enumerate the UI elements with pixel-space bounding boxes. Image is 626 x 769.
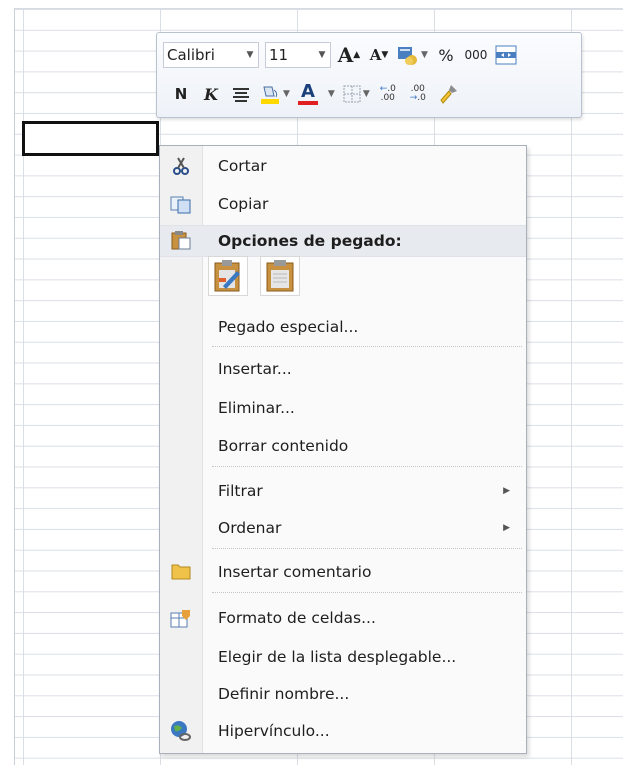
center-align-button[interactable] [229, 81, 253, 107]
italic-label: K [204, 84, 218, 104]
borders-button[interactable]: ▼ [343, 81, 370, 107]
chevron-down-icon[interactable]: ▼ [328, 89, 335, 99]
merge-center-icon [495, 45, 517, 65]
hyperlink-globe-icon [170, 721, 192, 741]
menu-separator [212, 466, 522, 467]
fill-color-button[interactable]: ▼ [259, 81, 290, 107]
grow-font-button[interactable]: A ▲ [337, 42, 361, 68]
font-color-swatch [297, 101, 318, 105]
mini-toolbar: Calibri ▼ 11 ▼ A ▲ A ▼ ▼ % 000 N K ▼ A ▼… [156, 32, 582, 118]
increase-decimal-button[interactable]: ←.0 .00 [376, 81, 400, 107]
menu-item-sort[interactable]: Ordenar ▶ [160, 512, 526, 544]
menu-item-clear[interactable]: Borrar contenido [160, 430, 526, 462]
menu-item-label: Borrar contenido [218, 437, 349, 455]
font-name-value: Calibri [167, 46, 215, 64]
menu-item-pick-from-list[interactable]: Elegir de la lista desplegable... [160, 641, 526, 673]
thousands-label: 000 [464, 48, 488, 62]
grow-font-label: A [337, 43, 354, 67]
accounting-format-button[interactable]: ▼ [397, 42, 428, 68]
menu-item-label: Filtrar [218, 482, 263, 500]
format-painter-icon [440, 85, 457, 104]
menu-separator [212, 592, 522, 593]
menu-item-label: Eliminar... [218, 399, 295, 417]
menu-separator [212, 548, 522, 549]
menu-item-copy[interactable]: Copiar [160, 188, 526, 220]
menu-item-label: Elegir de la lista desplegable... [218, 648, 457, 666]
menu-separator [212, 346, 522, 347]
menu-item-label: Cortar [218, 157, 267, 175]
menu-item-insert[interactable]: Insertar... [160, 353, 526, 385]
mini-toolbar-row-2: N K ▼ A ▼ ▼ ←.0 .00 .00 →.0 [163, 79, 466, 109]
decrease-decimal-icon-lower: →.0 [409, 93, 426, 103]
menu-item-paste-special[interactable]: Pegado especial... [160, 311, 526, 343]
accounting-icon [398, 47, 417, 65]
format-painter-button[interactable] [436, 81, 460, 107]
chevron-down-icon[interactable]: ▼ [242, 50, 258, 60]
italic-button[interactable]: K [199, 81, 223, 107]
chevron-down-icon[interactable]: ▼ [314, 50, 330, 60]
menu-item-label: Hipervínculo... [218, 722, 330, 740]
paste-keep-formatting-button[interactable] [208, 256, 248, 296]
context-menu: Cortar Copiar Opciones de pegado: Pegado… [159, 145, 527, 754]
menu-item-label: Insertar... [218, 360, 292, 378]
paint-bucket-icon [261, 86, 279, 104]
copy-icon [170, 194, 192, 214]
align-center-icon [233, 88, 249, 102]
paste-values-icon [266, 260, 294, 292]
font-color-letter: A [300, 81, 315, 102]
bold-label: N [174, 85, 188, 103]
comment-icon [170, 562, 192, 582]
percent-button[interactable]: % [434, 42, 458, 68]
chevron-down-icon[interactable]: ▼ [363, 89, 370, 99]
menu-item-filter[interactable]: Filtrar ▶ [160, 475, 526, 507]
font-name-combo[interactable]: Calibri ▼ [163, 42, 259, 68]
menu-item-label: Pegado especial... [218, 318, 359, 336]
menu-item-label: Definir nombre... [218, 685, 350, 703]
menu-item-format-cells[interactable]: Formato de celdas... [160, 602, 526, 634]
decrease-decimal-button[interactable]: .00 →.0 [406, 81, 430, 107]
menu-item-insert-comment[interactable]: Insertar comentario [160, 556, 526, 588]
font-color-button[interactable]: A [296, 81, 320, 107]
shrink-font-label: A [369, 46, 382, 64]
paste-options-header: Opciones de pegado: [160, 225, 526, 257]
merge-center-button[interactable] [494, 42, 518, 68]
font-size-combo[interactable]: 11 ▼ [265, 42, 331, 68]
menu-item-define-name[interactable]: Definir nombre... [160, 678, 526, 710]
borders-icon [343, 85, 361, 103]
menu-item-label: Ordenar [218, 519, 282, 537]
font-size-value: 11 [269, 46, 289, 64]
paste-keep-formatting-icon [214, 260, 240, 292]
thousands-button[interactable]: 000 [464, 42, 488, 68]
chevron-down-icon[interactable]: ▼ [283, 89, 290, 99]
percent-label: % [438, 45, 454, 65]
menu-item-cut[interactable]: Cortar [160, 150, 526, 182]
active-cell[interactable] [22, 121, 159, 156]
paste-options-label: Opciones de pegado: [218, 232, 402, 250]
paste-values-button[interactable] [260, 256, 300, 296]
bold-button[interactable]: N [169, 81, 193, 107]
menu-item-label: Copiar [218, 195, 269, 213]
menu-item-delete[interactable]: Eliminar... [160, 392, 526, 424]
submenu-arrow-icon: ▶ [503, 523, 510, 533]
paste-icon [170, 230, 192, 250]
increase-decimal-icon-lower: .00 [380, 93, 395, 103]
format-cells-icon [170, 608, 192, 628]
submenu-arrow-icon: ▶ [503, 486, 510, 496]
menu-item-hyperlink[interactable]: Hipervínculo... [160, 715, 526, 747]
chevron-down-icon[interactable]: ▼ [421, 50, 428, 60]
menu-item-label: Formato de celdas... [218, 609, 376, 627]
menu-item-label: Insertar comentario [218, 563, 372, 581]
mini-toolbar-row-1: Calibri ▼ 11 ▼ A ▲ A ▼ ▼ % 000 [163, 40, 524, 70]
scissors-icon [170, 156, 192, 176]
shrink-font-button[interactable]: A ▼ [367, 42, 391, 68]
